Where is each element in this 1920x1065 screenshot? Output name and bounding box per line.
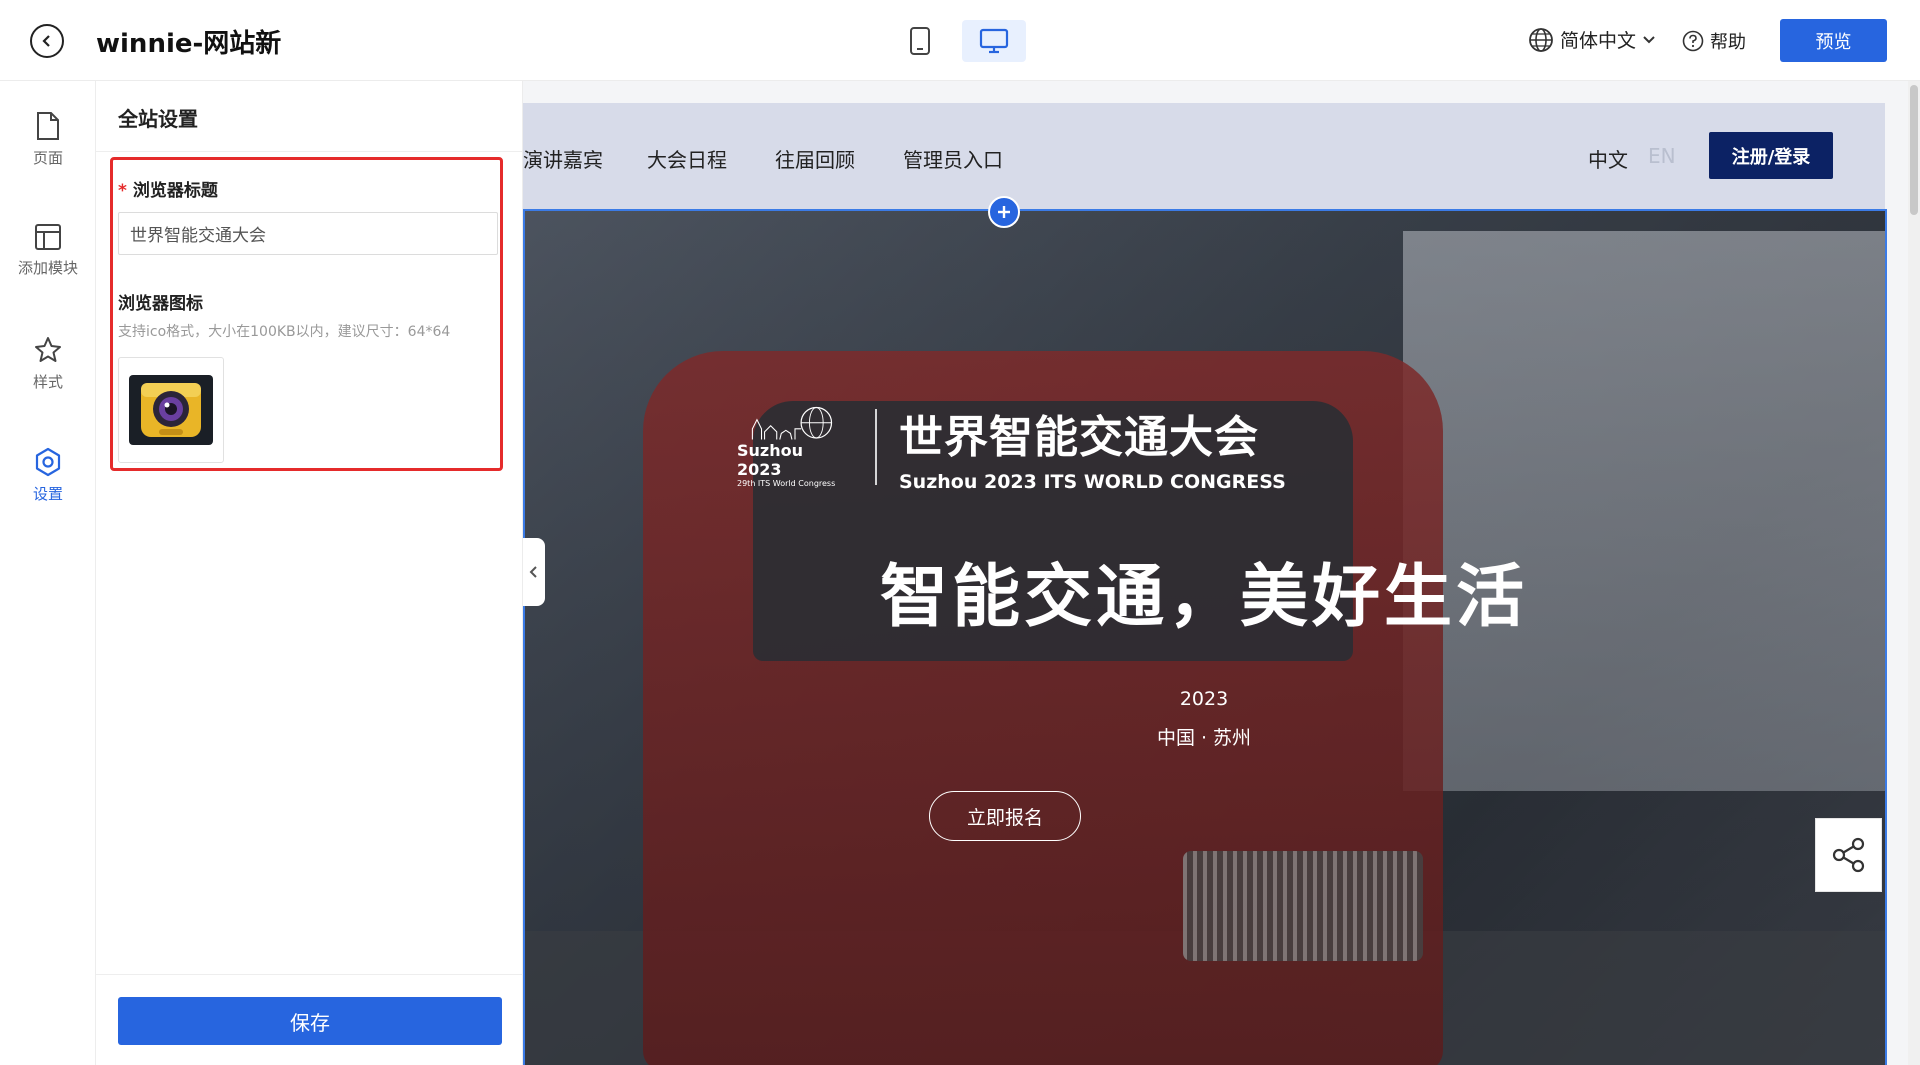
register-button[interactable]: 立即报名	[929, 791, 1081, 841]
favicon-image	[129, 375, 213, 445]
save-button[interactable]: 保存	[118, 997, 502, 1045]
mobile-icon	[910, 27, 930, 55]
help-link[interactable]: 帮助	[1682, 28, 1746, 54]
congress-logo: Suzhou 2023 29th ITS World Congress 世界智能…	[737, 401, 1286, 493]
share-button[interactable]	[1815, 818, 1882, 892]
layout-icon	[35, 224, 61, 250]
rail-item-settings[interactable]: 设置	[0, 447, 96, 504]
mobile-view-button[interactable]	[888, 20, 952, 62]
congress-title-en: Suzhou 2023 ITS WORLD CONGRESS	[899, 471, 1286, 493]
save-footer: 保存	[96, 974, 523, 1065]
settings-panel: 全站设置 *浏览器标题 浏览器图标 支持ico格式，大小在100KB以内，建议尺…	[96, 81, 523, 1065]
suzhou-logo: Suzhou 2023 29th ITS World Congress	[737, 406, 853, 488]
plus-icon	[998, 206, 1010, 218]
required-mark: *	[118, 181, 127, 201]
chevron-left-icon	[42, 35, 50, 47]
globe-skyline-icon	[751, 406, 833, 440]
hero-slogan: 智能交通，美好生活	[879, 558, 1528, 637]
panel-title: 全站设置	[118, 107, 198, 131]
rail-label: 页面	[32, 149, 63, 167]
nav-link-schedule[interactable]: 大会日程	[647, 144, 727, 173]
logo-sub: 29th ITS World Congress	[737, 479, 836, 488]
site-name: winnie-网站新	[96, 29, 282, 59]
style-icon	[35, 337, 61, 362]
add-block-button[interactable]	[988, 196, 1020, 228]
browser-icon-hint: 支持ico格式，大小在100KB以内，建议尺寸：64*64	[118, 324, 451, 340]
logo-separator	[875, 409, 877, 485]
language-label: 简体中文	[1560, 30, 1637, 52]
help-label: 帮助	[1710, 32, 1746, 53]
rail-item-style[interactable]: 样式	[0, 335, 96, 392]
globe-icon	[1529, 27, 1553, 52]
site-lang-en[interactable]: EN	[1648, 144, 1676, 168]
divider	[96, 151, 523, 152]
nav-link-admin[interactable]: 管理员入口	[903, 144, 1003, 173]
rail-item-add-module[interactable]: 添加模块	[0, 223, 96, 278]
hero-banner[interactable]: Suzhou 2023 29th ITS World Congress 世界智能…	[523, 211, 1885, 1065]
language-select[interactable]: 简体中文	[1528, 26, 1656, 53]
left-rail: 页面 添加模块 样式 设置	[0, 81, 96, 1065]
hero-place: 中国 · 苏州	[1156, 727, 1252, 749]
scrollbar[interactable]	[1908, 81, 1920, 1065]
top-bar: winnie-网站新 简体中文 帮助 预览	[0, 0, 1920, 81]
preview-button[interactable]: 预览	[1780, 19, 1887, 62]
congress-title-cn: 世界智能交通大会	[899, 412, 1259, 463]
nav-link-review[interactable]: 往届回顾	[775, 144, 855, 173]
rail-label: 样式	[32, 373, 63, 391]
congress-title: 世界智能交通大会 Suzhou 2023 ITS WORLD CONGRESS	[899, 401, 1286, 493]
desktop-icon	[979, 28, 1009, 54]
chevron-left-icon	[529, 566, 537, 578]
settings-icon	[35, 447, 61, 477]
browser-title-label: * 浏览器标题	[118, 176, 218, 201]
chevron-down-icon	[1643, 35, 1655, 43]
site-nav-bar: 演讲嘉宾 大会日程 往届回顾 管理员入口 中文 EN 注册/登录	[523, 103, 1885, 211]
help-icon	[1682, 30, 1704, 52]
scroll-thumb[interactable]	[1910, 85, 1918, 215]
nav-link-speakers[interactable]: 演讲嘉宾	[523, 144, 603, 173]
back-button[interactable]	[30, 24, 64, 58]
desktop-view-button[interactable]	[962, 20, 1026, 62]
logo-city: Suzhou 2023	[737, 441, 803, 479]
site-lang-zh[interactable]: 中文	[1588, 144, 1628, 173]
page-icon	[37, 112, 59, 140]
hero-year: 2023	[1179, 688, 1229, 710]
rail-item-page[interactable]: 页面	[0, 111, 96, 168]
bus-grille	[1183, 851, 1423, 961]
browser-title-label-text: 浏览器标题	[132, 181, 218, 201]
browser-icon-label: 浏览器图标	[118, 294, 203, 314]
rail-label: 设置	[32, 485, 63, 503]
browser-title-input[interactable]	[118, 212, 498, 255]
favicon-upload[interactable]	[118, 357, 224, 463]
collapse-panel-button[interactable]	[523, 538, 545, 606]
rail-label: 添加模块	[17, 259, 78, 277]
share-icon	[1832, 837, 1864, 873]
login-button[interactable]: 注册/登录	[1709, 132, 1833, 179]
